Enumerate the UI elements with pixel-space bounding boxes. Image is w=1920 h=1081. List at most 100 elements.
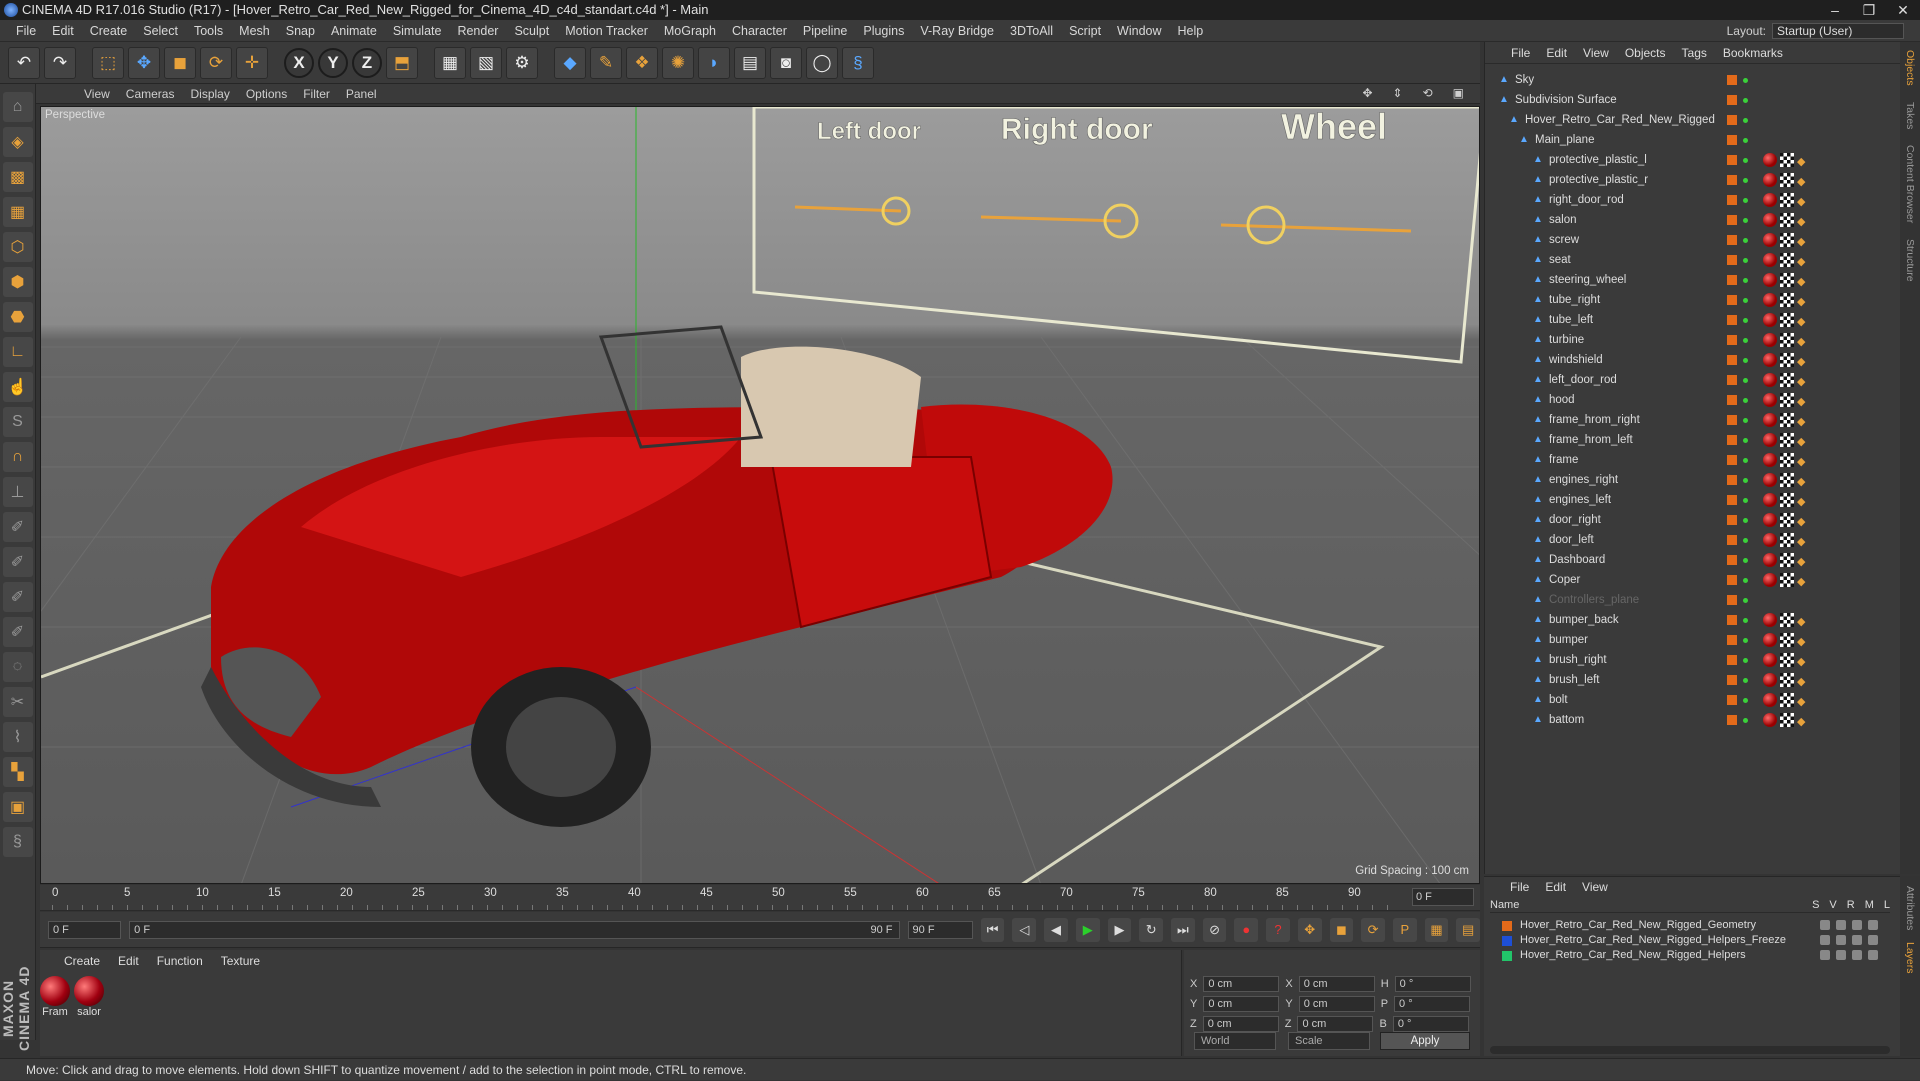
- pan-icon[interactable]: ✥: [1354, 86, 1380, 100]
- phong-tag-icon[interactable]: ◆: [1797, 635, 1809, 648]
- material-tag-icon[interactable]: [1763, 293, 1777, 307]
- visibility-dot-icon[interactable]: [1743, 257, 1748, 263]
- move-icon[interactable]: ✥: [128, 46, 160, 79]
- uvw-tag-icon[interactable]: [1780, 173, 1794, 187]
- phong-tag-icon[interactable]: ◆: [1797, 515, 1809, 528]
- rot-p-field[interactable]: 0 °: [1394, 996, 1471, 1012]
- visible-icon[interactable]: [1836, 920, 1846, 930]
- phong-tag-icon[interactable]: ◆: [1797, 375, 1809, 388]
- uvw-tag-icon[interactable]: [1780, 213, 1794, 227]
- layer-tag-swatch[interactable]: [1727, 555, 1737, 565]
- material-tag-icon[interactable]: [1763, 653, 1777, 667]
- lock-icon[interactable]: [1868, 950, 1878, 960]
- layer-tag-swatch[interactable]: [1727, 495, 1737, 505]
- material-tag-icon[interactable]: [1763, 713, 1777, 727]
- phong-tag-icon[interactable]: ◆: [1797, 315, 1809, 328]
- knife-icon[interactable]: ✂: [2, 687, 33, 717]
- render-view-icon[interactable]: ▦: [434, 46, 466, 79]
- uvw-tag-icon[interactable]: [1780, 493, 1794, 507]
- uvw-tag-icon[interactable]: [1780, 673, 1794, 687]
- layer-tag-swatch[interactable]: [1727, 375, 1737, 385]
- layer-tag-swatch[interactable]: [1727, 675, 1737, 685]
- rotate-icon[interactable]: ⟳: [200, 46, 232, 79]
- record-key-icon[interactable]: ●: [1234, 917, 1259, 942]
- prev-key-icon[interactable]: ◁: [1012, 917, 1037, 942]
- visibility-dot-icon[interactable]: [1743, 637, 1748, 643]
- render-icon[interactable]: [1852, 935, 1862, 945]
- autokey-icon[interactable]: ?: [1266, 917, 1290, 942]
- visibility-dot-icon[interactable]: [1743, 197, 1748, 203]
- visibility-dot-icon[interactable]: [1743, 417, 1748, 423]
- menu-plugins[interactable]: Plugins: [855, 24, 912, 38]
- visibility-dot-icon[interactable]: [1743, 397, 1748, 403]
- pos-y-field[interactable]: 0 cm: [1203, 996, 1280, 1012]
- uvw-tag-icon[interactable]: [1780, 473, 1794, 487]
- phong-tag-icon[interactable]: ◆: [1797, 615, 1809, 628]
- array-icon[interactable]: ✺: [662, 46, 694, 79]
- layer-tag-swatch[interactable]: [1727, 335, 1737, 345]
- obj-menu-edit[interactable]: Edit: [1546, 46, 1567, 60]
- uvw-tag-icon[interactable]: [1780, 513, 1794, 527]
- layer-tag-swatch[interactable]: [1727, 235, 1737, 245]
- object-row[interactable]: ▲ Hover_Retro_Car_Red_New_Rigged: [1485, 110, 1901, 130]
- pen-spline-icon[interactable]: ✎: [590, 46, 622, 79]
- layer-row[interactable]: Hover_Retro_Car_Red_New_Rigged_Helpers: [1490, 949, 1890, 963]
- phong-tag-icon[interactable]: ◆: [1797, 195, 1809, 208]
- menu-help[interactable]: Help: [1170, 24, 1212, 38]
- undo-icon[interactable]: ↶: [8, 46, 40, 79]
- layer-tag-swatch[interactable]: [1727, 515, 1737, 525]
- menu-3dtoall[interactable]: 3DToAll: [1002, 24, 1061, 38]
- close-button[interactable]: ✕: [1886, 0, 1920, 20]
- phong-tag-icon[interactable]: ◆: [1797, 295, 1809, 308]
- brush-p-icon[interactable]: ✐: [2, 547, 33, 577]
- solo-icon[interactable]: [1820, 920, 1830, 930]
- layer-tag-swatch[interactable]: [1727, 95, 1737, 105]
- loop-icon[interactable]: ↻: [1139, 917, 1163, 942]
- visibility-dot-icon[interactable]: [1743, 477, 1748, 483]
- phong-tag-icon[interactable]: ◆: [1797, 215, 1809, 228]
- object-row[interactable]: ▲ hood ◆: [1485, 390, 1901, 410]
- material-tag-icon[interactable]: [1763, 473, 1777, 487]
- visibility-dot-icon[interactable]: [1743, 457, 1748, 463]
- key-param-icon[interactable]: P: [1392, 917, 1417, 942]
- layer-scrollbar[interactable]: [1490, 1046, 1890, 1054]
- visibility-dot-icon[interactable]: [1743, 597, 1748, 603]
- viewport-menu-cameras[interactable]: Cameras: [118, 87, 183, 101]
- layer-tag-swatch[interactable]: [1727, 75, 1737, 85]
- layer-menu-edit[interactable]: Edit: [1545, 880, 1566, 894]
- object-row[interactable]: ▲ brush_left ◆: [1485, 670, 1901, 690]
- phong-tag-icon[interactable]: ◆: [1797, 155, 1809, 168]
- layer-tag-swatch[interactable]: [1727, 635, 1737, 645]
- obj-menu-view[interactable]: View: [1583, 46, 1609, 60]
- y-axis-lock-icon[interactable]: Y: [318, 47, 348, 78]
- tab-attributes[interactable]: Attributes: [1904, 886, 1916, 930]
- key-position-icon[interactable]: ✥: [1297, 917, 1322, 942]
- layer-tag-swatch[interactable]: [1727, 195, 1737, 205]
- maximize-button[interactable]: ❐: [1852, 0, 1886, 20]
- texture-mode-icon[interactable]: ▩: [2, 162, 33, 192]
- menu-mograph[interactable]: MoGraph: [656, 24, 724, 38]
- goto-end-icon[interactable]: ⏭: [1171, 917, 1195, 942]
- visibility-dot-icon[interactable]: [1743, 357, 1748, 363]
- material-tag-icon[interactable]: [1763, 173, 1777, 187]
- object-row[interactable]: ▲ Main_plane: [1485, 130, 1901, 150]
- phong-tag-icon[interactable]: ◆: [1797, 455, 1809, 468]
- coord-scale-dropdown[interactable]: Scale: [1288, 1032, 1370, 1050]
- layer-tag-swatch[interactable]: [1727, 695, 1737, 705]
- uvw-tag-icon[interactable]: [1780, 573, 1794, 587]
- uvw-tag-icon[interactable]: [1780, 153, 1794, 167]
- viewport-menu-panel[interactable]: Panel: [338, 87, 385, 101]
- layer-tag-swatch[interactable]: [1727, 715, 1737, 725]
- menu-edit[interactable]: Edit: [44, 24, 82, 38]
- object-row[interactable]: ▲ Coper ◆: [1485, 570, 1901, 590]
- uvw-tag-icon[interactable]: [1780, 693, 1794, 707]
- layer-tag-swatch[interactable]: [1727, 595, 1737, 605]
- phong-tag-icon[interactable]: ◆: [1797, 675, 1809, 688]
- phong-tag-icon[interactable]: ◆: [1797, 435, 1809, 448]
- visibility-dot-icon[interactable]: [1743, 677, 1748, 683]
- menu-snap[interactable]: Snap: [278, 24, 323, 38]
- visibility-dot-icon[interactable]: [1743, 217, 1748, 223]
- start-frame-field[interactable]: 0 F: [48, 920, 122, 939]
- brush-s-icon[interactable]: ✐: [2, 617, 33, 647]
- layer-tag-swatch[interactable]: [1727, 575, 1737, 585]
